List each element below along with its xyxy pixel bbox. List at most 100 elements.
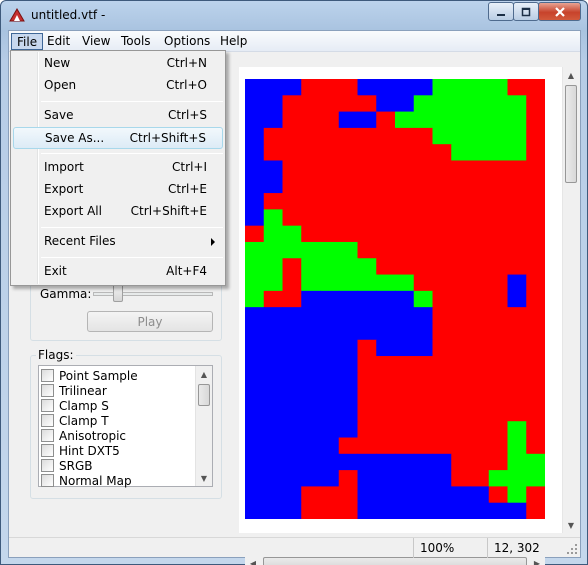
texture-pixel (245, 307, 265, 325)
menu-item-label: Import (44, 160, 84, 174)
texture-pixel (357, 486, 377, 504)
flag-hint-dxt5[interactable]: Hint DXT5 (41, 443, 120, 458)
title-bar[interactable]: untitled.vtf - (1, 1, 587, 29)
texture-pixel (338, 111, 359, 129)
checkbox[interactable] (41, 414, 54, 427)
menu-item-exit[interactable]: Exit Alt+F4 (13, 261, 223, 283)
texture-pixel (507, 209, 527, 227)
texture-pixel (395, 372, 415, 390)
scroll-down-arrow-icon[interactable]: ▼ (196, 470, 212, 486)
texture-pixel (470, 95, 490, 113)
texture-pixel (488, 307, 509, 325)
menu-file[interactable]: File (11, 33, 44, 50)
flags-scroll-thumb[interactable] (198, 384, 210, 406)
menu-help[interactable]: Help (215, 33, 252, 50)
flag-srgb[interactable]: SRGB (41, 458, 93, 473)
texture-pixel (470, 339, 490, 357)
scroll-down-arrow-icon[interactable]: ▼ (563, 517, 579, 533)
maximize-icon (521, 7, 531, 16)
gamma-slider-track[interactable] (93, 292, 213, 296)
texture-pixel (395, 127, 415, 145)
texture-pixel (263, 404, 284, 422)
texture-pixel (263, 111, 284, 129)
viewer-hscroll-thumb[interactable] (263, 557, 527, 565)
checkbox[interactable] (41, 429, 54, 442)
texture-pixel (376, 160, 396, 178)
texture-pixel (507, 404, 527, 422)
menu-item-new[interactable]: New Ctrl+N (13, 53, 223, 75)
viewer-vertical-scrollbar[interactable]: ▲ ▼ (562, 67, 579, 533)
checkbox[interactable] (41, 459, 54, 472)
texture-pixel (357, 111, 377, 129)
texture-pixel (451, 225, 471, 243)
texture-pixel (413, 437, 434, 455)
flag-clamp-t[interactable]: Clamp T (41, 413, 109, 428)
texture-pixel (413, 241, 434, 259)
texture-pixel (526, 421, 545, 439)
texture-pixel (470, 290, 490, 308)
texture-pixel (282, 144, 302, 162)
resize-grip-icon[interactable] (566, 543, 578, 555)
texture-pixel (263, 307, 284, 325)
menu-item-open[interactable]: Open Ctrl+O (13, 75, 223, 97)
minimize-button[interactable] (488, 2, 514, 21)
texture-pixel (451, 144, 471, 162)
texture-pixel (507, 127, 527, 145)
texture-pixel (357, 258, 377, 276)
checkbox[interactable] (41, 474, 54, 487)
texture-pixel (263, 160, 284, 178)
menu-item-recent-files[interactable]: Recent Files (13, 231, 223, 253)
viewer-vscroll-thumb[interactable] (565, 85, 577, 183)
play-button[interactable]: Play (87, 311, 213, 332)
checkbox[interactable] (41, 369, 54, 382)
texture-pixel (507, 176, 527, 194)
menu-edit[interactable]: Edit (42, 33, 75, 50)
gamma-label: Gamma: (40, 287, 92, 301)
maximize-button[interactable] (513, 2, 539, 21)
flag-trilinear[interactable]: Trilinear (41, 383, 107, 398)
texture-pixel (413, 404, 434, 422)
texture-pixel (395, 176, 415, 194)
texture-pixel (488, 372, 509, 390)
texture-pixel (376, 437, 396, 455)
menu-options[interactable]: Options (159, 33, 215, 50)
texture-pixel (395, 502, 415, 519)
scroll-up-arrow-icon[interactable]: ▲ (563, 67, 579, 83)
checkbox[interactable] (41, 384, 54, 397)
flag-normal-map[interactable]: Normal Map (41, 473, 132, 488)
flag-point-sample[interactable]: Point Sample (41, 368, 138, 383)
texture-pixel (338, 356, 359, 373)
texture-pixel (432, 339, 452, 357)
texture-pixel (320, 193, 340, 210)
texture-pixel (507, 241, 527, 259)
flag-clamp-s[interactable]: Clamp S (41, 398, 109, 413)
close-button[interactable] (538, 2, 581, 21)
scroll-up-arrow-icon[interactable]: ▲ (196, 366, 212, 382)
texture-pixel (451, 176, 471, 194)
texture-pixel (395, 486, 415, 504)
menu-item-export[interactable]: Export Ctrl+E (13, 179, 223, 201)
menu-item-export-all[interactable]: Export All Ctrl+Shift+E (13, 201, 223, 223)
texture-pixel (432, 307, 452, 325)
texture-pixel (376, 470, 396, 488)
checkbox[interactable] (41, 399, 54, 412)
texture-pixel (507, 486, 527, 504)
menu-item-save-as[interactable]: Save As... Ctrl+Shift+S (13, 127, 223, 149)
texture-pixel (526, 95, 545, 113)
menu-item-save[interactable]: Save Ctrl+S (13, 105, 223, 127)
texture-pixel (245, 258, 265, 276)
texture-pixel (357, 404, 377, 422)
texture-pixel (488, 323, 509, 341)
texture-pixel (432, 290, 452, 308)
menu-tools[interactable]: Tools (116, 33, 156, 50)
texture-pixel (413, 79, 434, 96)
texture-pixel (432, 453, 452, 471)
checkbox[interactable] (41, 444, 54, 457)
menu-view[interactable]: View (77, 33, 115, 50)
menu-item-import[interactable]: Import Ctrl+I (13, 157, 223, 179)
gamma-slider-thumb[interactable] (113, 284, 123, 302)
texture-pixel (470, 127, 490, 145)
flags-scrollbar[interactable]: ▲ ▼ (195, 366, 212, 486)
texture-pixel (395, 160, 415, 178)
flag-anisotropic[interactable]: Anisotropic (41, 428, 126, 443)
